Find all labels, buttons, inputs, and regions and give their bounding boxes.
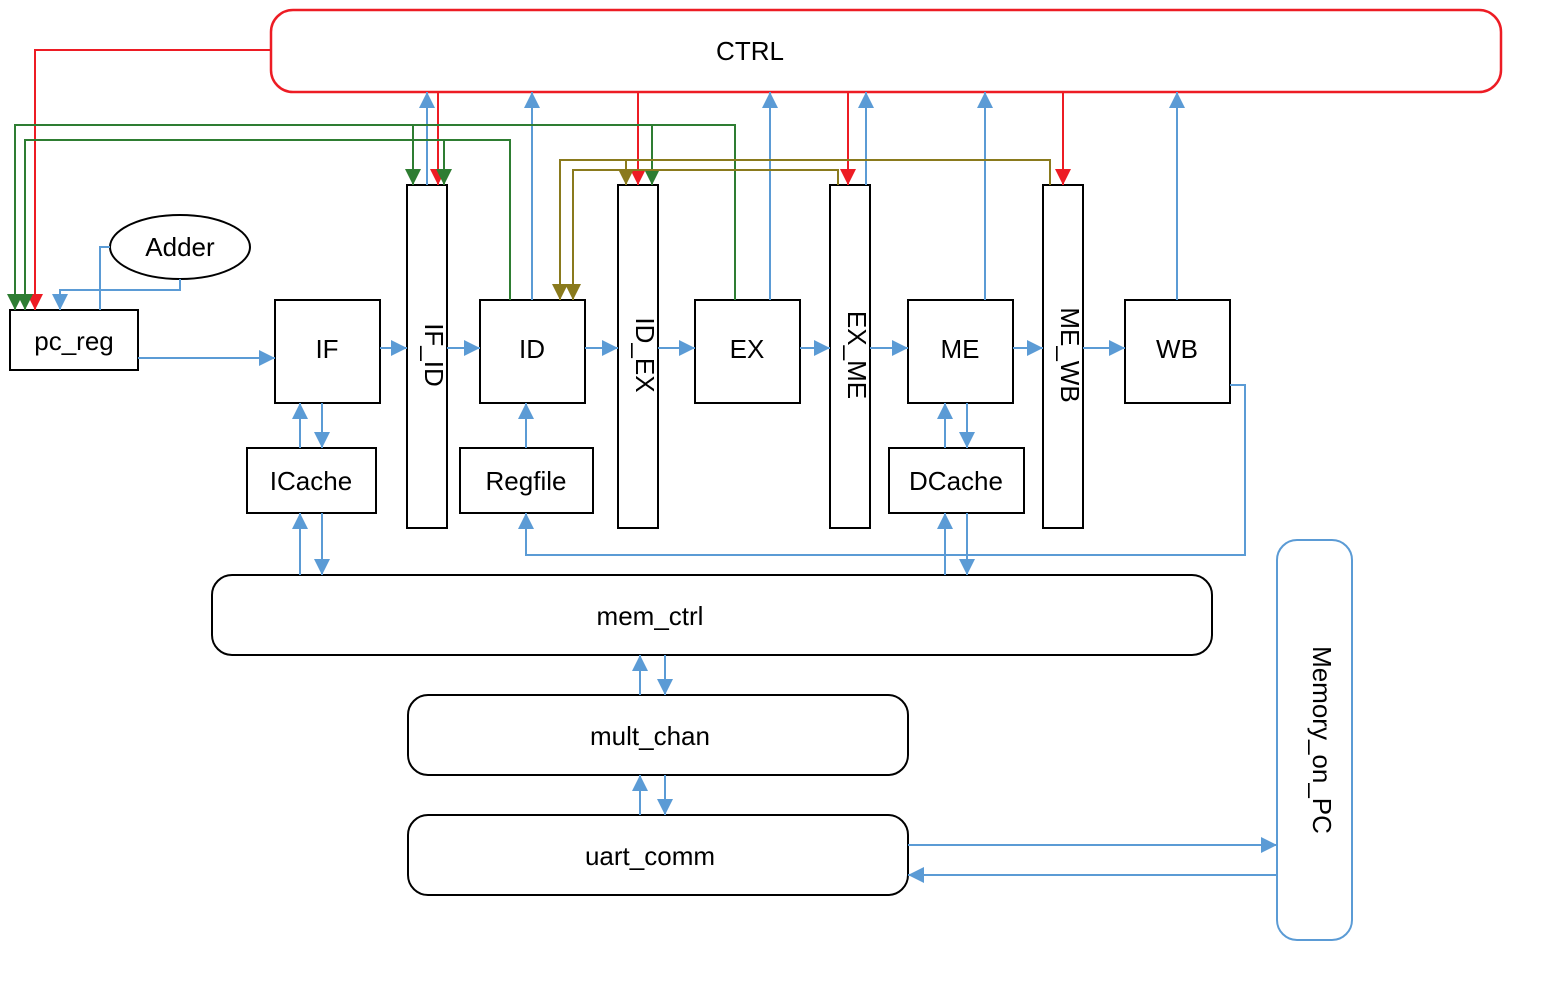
exme-label: EX_ME <box>842 311 872 399</box>
arrow-exme-olive <box>573 170 838 300</box>
arrow-adder-pcreg <box>60 279 180 310</box>
mewb-label: ME_WB <box>1055 307 1085 402</box>
wb-label: WB <box>1156 334 1198 364</box>
idex-label: ID_EX <box>630 317 660 392</box>
id-label: ID <box>519 334 545 364</box>
ctrl-block <box>271 10 1501 92</box>
mempc-label: Memory_on_PC <box>1307 646 1337 834</box>
ctrl-label: CTRL <box>716 36 784 66</box>
regfile-label: Regfile <box>486 466 567 496</box>
if-label: IF <box>315 334 338 364</box>
ifid-label: IF_ID <box>419 323 449 387</box>
icache-label: ICache <box>270 466 352 496</box>
pcreg-label: pc_reg <box>34 326 114 356</box>
memctrl-block <box>212 575 1212 655</box>
multchan-label: mult_chan <box>590 721 710 751</box>
arrow-pcreg-adder <box>100 247 110 310</box>
ex-label: EX <box>730 334 765 364</box>
adder-label: Adder <box>145 232 215 262</box>
dcache-label: DCache <box>909 466 1003 496</box>
memctrl-label: mem_ctrl <box>597 601 704 631</box>
me-label: ME <box>941 334 980 364</box>
uartcomm-label: uart_comm <box>585 841 715 871</box>
